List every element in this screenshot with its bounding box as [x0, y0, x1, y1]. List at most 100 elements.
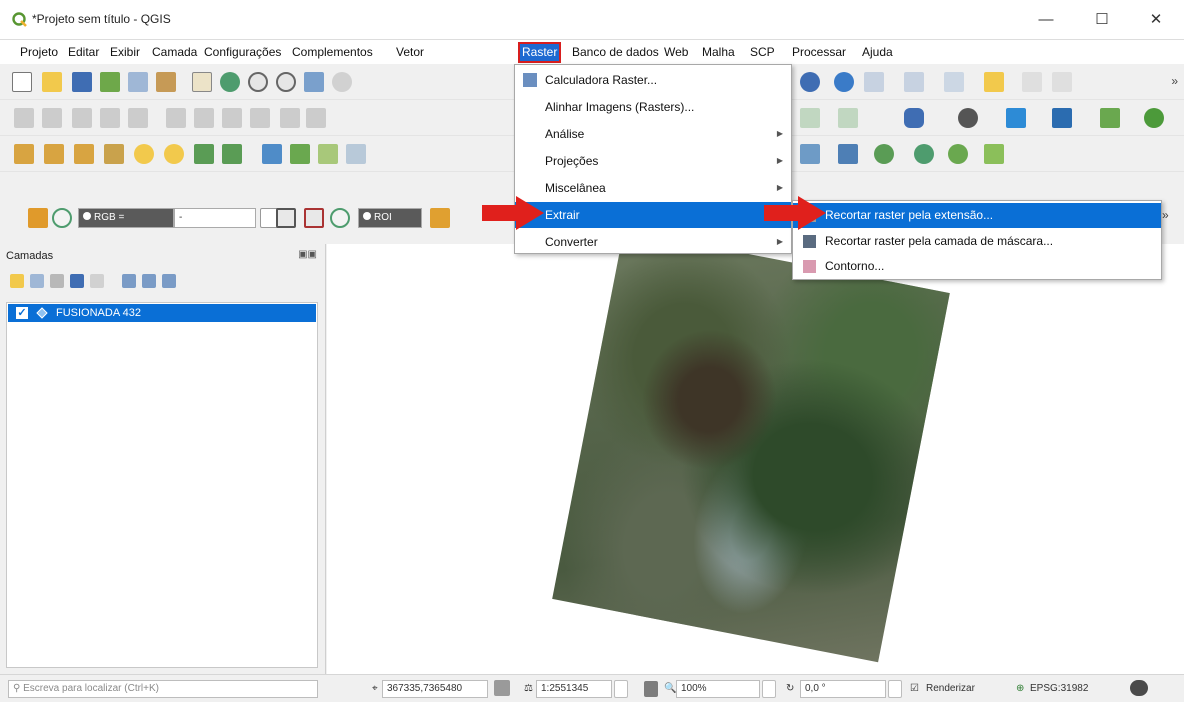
add-delimited-text-icon[interactable] — [104, 144, 124, 164]
crs-globe-icon[interactable]: ⊕ — [1016, 683, 1024, 694]
database-icon[interactable] — [904, 108, 924, 128]
scp-download-icon[interactable] — [838, 144, 858, 164]
filter-expression-icon[interactable] — [90, 274, 104, 288]
minimize-button[interactable]: — — [1026, 8, 1066, 32]
delete-selected-icon[interactable] — [166, 108, 186, 128]
cut-features-icon[interactable] — [194, 108, 214, 128]
menu-vetor[interactable]: Vetor — [394, 44, 426, 61]
collapse-all-icon[interactable] — [142, 274, 156, 288]
crs-label[interactable]: EPSG:31982 — [1030, 683, 1088, 694]
menu-banco-de-dados[interactable]: Banco de dados — [570, 44, 661, 61]
zoom-selection-icon[interactable] — [332, 72, 352, 92]
menu-editar[interactable]: Editar — [66, 44, 101, 61]
scp-roi-icon[interactable] — [430, 208, 450, 228]
save-edits-icon[interactable] — [72, 108, 92, 128]
processing-icon[interactable] — [1100, 108, 1120, 128]
undo-icon[interactable] — [280, 108, 300, 128]
open-project-icon[interactable] — [42, 72, 62, 92]
rgb-value-combo[interactable]: - — [174, 208, 256, 228]
add-raster-layer-icon[interactable] — [44, 144, 64, 164]
menu-web[interactable]: Web — [662, 44, 690, 61]
submenu-item-contorno[interactable]: Contorno... — [793, 254, 1161, 279]
identify-icon[interactable] — [834, 72, 854, 92]
submenu-item-recortar-extensao[interactable]: Recortar raster pela extensão... — [793, 203, 1161, 228]
grass-icon[interactable] — [1144, 108, 1164, 128]
layer-visibility-checkbox[interactable]: ✓ — [16, 307, 28, 319]
attribute-table-icon[interactable] — [1022, 72, 1042, 92]
menu-ajuda[interactable]: Ajuda — [860, 44, 895, 61]
toolbar-overflow-icon-2[interactable]: » — [1162, 208, 1176, 228]
scp-local-cumulative-icon[interactable] — [276, 208, 296, 228]
style-manager-icon[interactable] — [156, 72, 176, 92]
menu-malha[interactable]: Malha — [700, 44, 737, 61]
measure-icon[interactable] — [864, 72, 884, 92]
rgb-combo[interactable]: RGB = — [78, 208, 174, 228]
open-layer-styling-icon[interactable] — [10, 274, 24, 288]
menu-item-extrair[interactable]: Extrair ▶ — [515, 202, 791, 228]
scale-combo[interactable]: 1:2551345 — [536, 680, 612, 698]
scp-dock-icon[interactable] — [28, 208, 48, 228]
zoom-in-icon[interactable] — [248, 72, 268, 92]
scp-band-set-icon[interactable] — [800, 144, 820, 164]
scp-std-dev-icon[interactable] — [304, 208, 324, 228]
menu-raster[interactable]: Raster — [517, 42, 562, 63]
filter-legend-icon[interactable] — [70, 274, 84, 288]
add-vector-layer-icon[interactable] — [14, 144, 34, 164]
new-project-icon[interactable] — [12, 72, 32, 92]
scp-zoom-icon[interactable] — [52, 208, 72, 228]
scp-settings-icon[interactable] — [984, 144, 1004, 164]
locator-search[interactable]: ⚲ Escreva para localizar (Ctrl+K) — [8, 680, 318, 698]
redo-icon[interactable] — [306, 108, 326, 128]
toggle-extents-icon[interactable] — [494, 680, 510, 696]
menu-item-converter[interactable]: Converter ▶ — [515, 229, 791, 255]
pan-to-selection-icon[interactable] — [220, 72, 240, 92]
coordinate-field[interactable]: 367335,7365480 — [382, 680, 488, 698]
scale-dropdown-icon[interactable] — [614, 680, 628, 698]
scp-zoom-roi-icon[interactable] — [330, 208, 350, 228]
add-group-icon[interactable] — [30, 274, 44, 288]
zoom-full-icon[interactable] — [304, 72, 324, 92]
copy-features-icon[interactable] — [222, 108, 242, 128]
menu-processar[interactable]: Processar — [790, 44, 848, 61]
lock-scale-icon[interactable] — [644, 681, 658, 697]
new-gpkg-icon[interactable] — [346, 144, 366, 164]
add-mesh-layer-icon[interactable] — [74, 144, 94, 164]
plugin-icon[interactable] — [958, 108, 978, 128]
zoom-out-icon[interactable] — [276, 72, 296, 92]
manage-map-themes-icon[interactable] — [50, 274, 64, 288]
maximize-button[interactable]: ☐ — [1082, 8, 1122, 32]
layout-manager-icon[interactable] — [128, 72, 148, 92]
vertex-tool-icon[interactable] — [128, 108, 148, 128]
menu-complementos[interactable]: Complementos — [290, 44, 375, 61]
menu-item-alinhar-imagens[interactable]: Alinhar Imagens (Rasters)... — [515, 94, 791, 120]
save-project-icon[interactable] — [72, 72, 92, 92]
panel-float-close-icon[interactable]: ▣▣ — [298, 249, 317, 260]
field-calculator-icon[interactable] — [1052, 72, 1072, 92]
add-wcs-icon[interactable] — [262, 144, 282, 164]
menu-camada[interactable]: Camada — [150, 44, 199, 61]
select-features-icon[interactable] — [944, 72, 964, 92]
label-pin-icon[interactable] — [838, 108, 858, 128]
menu-item-miscelanea[interactable]: Miscelânea ▶ — [515, 175, 791, 201]
add-wms-icon[interactable] — [194, 144, 214, 164]
menu-configuracoes[interactable]: Configurações — [202, 44, 283, 61]
help-book-icon[interactable] — [1052, 108, 1072, 128]
select-by-value-icon[interactable] — [984, 72, 1004, 92]
menu-scp[interactable]: SCP — [748, 44, 777, 61]
menu-projeto[interactable]: Projeto — [18, 44, 60, 61]
toolbar-overflow-icon[interactable]: » — [1171, 74, 1178, 88]
refresh-icon[interactable] — [800, 72, 820, 92]
toggle-editing-icon[interactable] — [14, 108, 34, 128]
new-shapefile-icon[interactable] — [318, 144, 338, 164]
expand-all-icon[interactable] — [122, 274, 136, 288]
messages-icon[interactable] — [1130, 680, 1148, 696]
add-feature-icon[interactable] — [100, 108, 120, 128]
render-checkbox[interactable]: ☑ — [910, 683, 919, 694]
rotation-spin-icon[interactable] — [888, 680, 902, 698]
submenu-item-recortar-mascara[interactable]: Recortar raster pela camada de máscara..… — [793, 229, 1161, 254]
map-canvas[interactable] — [327, 229, 1184, 674]
roi-combo[interactable]: ROI — [358, 208, 422, 228]
menu-item-analise[interactable]: Análise ▶ — [515, 121, 791, 147]
menu-item-calculadora-raster[interactable]: Calculadora Raster... — [515, 67, 791, 93]
layer-row[interactable]: ✓ FUSIONADA 432 — [8, 304, 316, 322]
